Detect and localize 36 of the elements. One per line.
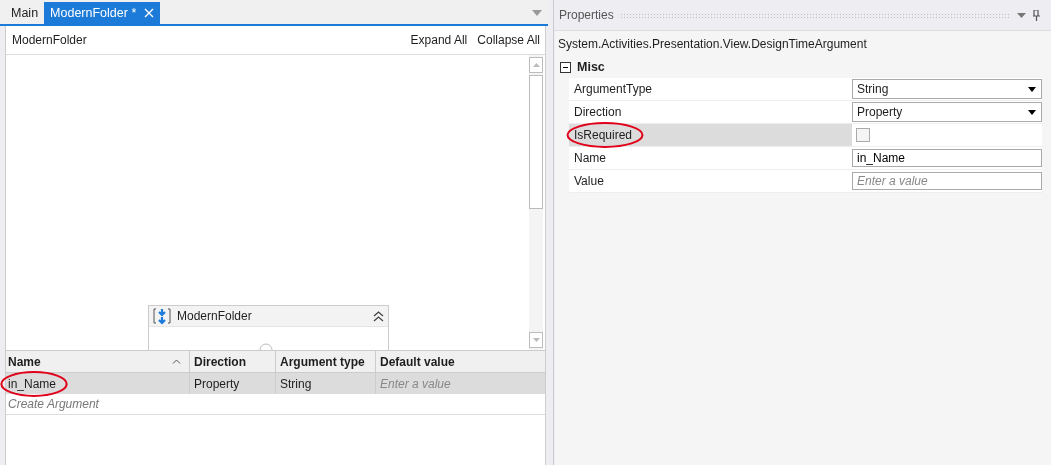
document-tab[interactable]: ModernFolder *: [44, 2, 161, 24]
activity-card[interactable]: ModernFolder: [148, 305, 389, 350]
category-label: Misc: [577, 60, 605, 74]
name-field[interactable]: in_Name: [852, 149, 1042, 167]
column-header[interactable]: Default value: [376, 351, 545, 372]
collapse-icon[interactable]: [560, 61, 571, 73]
designer-link[interactable]: Collapse All: [477, 33, 540, 47]
property-name[interactable]: Value: [569, 170, 852, 192]
table-cell: Property: [194, 376, 240, 391]
property-name[interactable]: Direction: [569, 101, 852, 123]
caret-icon[interactable]: [1028, 109, 1036, 115]
value-field[interactable]: Enter a value: [852, 172, 1042, 190]
collapse-icon[interactable]: [373, 310, 384, 322]
table-cell: String: [280, 376, 312, 391]
create-argument-link[interactable]: Create Argument: [8, 397, 99, 411]
pin-icon[interactable]: [1032, 9, 1041, 21]
default-value-field[interactable]: Enter a value: [380, 376, 530, 391]
property-name[interactable]: IsRequired: [569, 124, 852, 146]
breadcrumb: ModernFolder: [12, 33, 87, 47]
property-name[interactable]: ArgumentType: [569, 78, 852, 100]
table-cell: in_Name: [8, 376, 57, 391]
activity-title: ModernFolder: [177, 309, 252, 323]
column-header[interactable]: Direction: [190, 351, 276, 372]
dropdown[interactable]: String: [852, 79, 1042, 99]
column-header[interactable]: Name: [6, 351, 190, 372]
document-tab[interactable]: Main: [5, 2, 45, 24]
designer-link[interactable]: Expand All: [410, 33, 468, 47]
column-header[interactable]: Argument type: [276, 351, 376, 372]
type-name: System.Activities.Presentation.View.DesignTimeArgument: [557, 36, 868, 53]
dropdown[interactable]: Property: [852, 102, 1042, 122]
caret-icon[interactable]: [1028, 86, 1036, 92]
property-name[interactable]: Name: [569, 147, 852, 169]
checkbox[interactable]: [856, 128, 870, 142]
sequence-icon: [153, 307, 171, 325]
close-icon[interactable]: [144, 8, 155, 18]
panel-title: Properties: [559, 8, 614, 22]
